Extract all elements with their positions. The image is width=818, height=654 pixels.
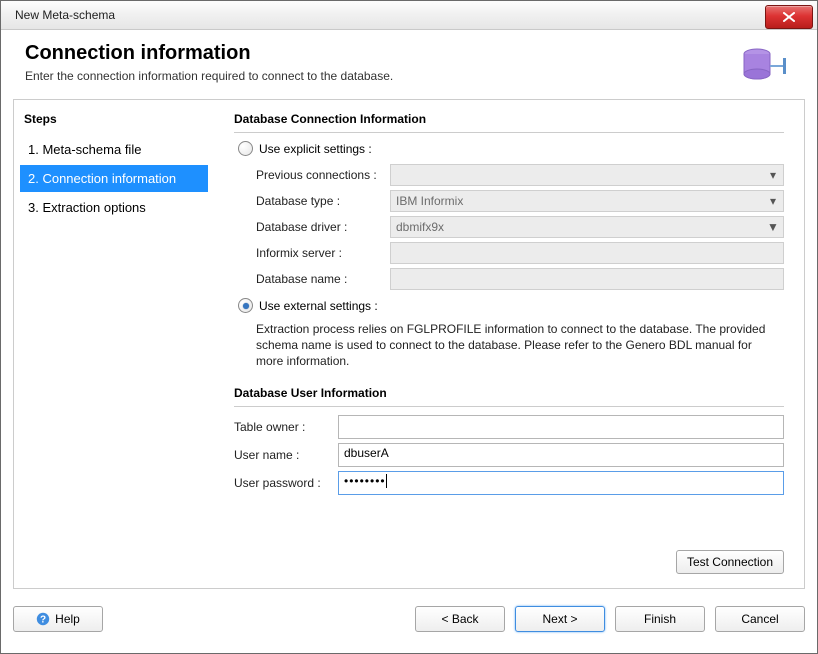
back-button[interactable]: < Back [415,606,505,632]
database-name-input[interactable] [390,268,784,290]
use-external-radio[interactable]: Use external settings : [238,298,784,313]
database-driver-row: Database driver : dbmifx9x ▼ [256,216,784,238]
banner: Connection information Enter the connect… [1,30,817,99]
database-driver-value: dbmifx9x [396,220,444,234]
db-connection-title: Database Connection Information [234,112,784,126]
step-label: 2. Connection information [28,171,176,186]
help-icon: ? [36,612,50,626]
use-explicit-label: Use explicit settings : [259,142,372,156]
user-name-field[interactable] [344,446,778,460]
table-owner-input[interactable] [338,415,784,439]
db-connection-group: Database Connection Information Use expl… [234,112,784,370]
step-label: 1. Meta-schema file [28,142,141,157]
database-name-row: Database name : [256,268,784,290]
help-button[interactable]: ? Help [13,606,103,632]
cancel-button[interactable]: Cancel [715,606,805,632]
informix-server-label: Informix server : [256,246,390,260]
table-owner-field[interactable] [344,418,778,432]
text-caret [386,474,387,488]
steps-nav: Steps 1. Meta-schema file 2. Connection … [14,100,214,588]
database-driver-select[interactable]: dbmifx9x ▼ [390,216,784,238]
button-row: ? Help < Back Next > Finish Cancel [13,595,805,643]
previous-connections-row: Previous connections : ▾ [256,164,784,186]
page-subtitle: Enter the connection information require… [25,69,793,83]
divider [234,406,784,407]
previous-connections-label: Previous connections : [256,168,390,182]
database-type-value: IBM Informix [396,194,463,208]
chevron-down-icon: ▾ [763,191,783,211]
use-external-label: Use external settings : [259,299,378,313]
page-title: Connection information [25,42,793,65]
use-explicit-radio[interactable]: Use explicit settings : [238,141,784,156]
chevron-down-icon: ▼ [763,217,783,237]
user-name-label: User name : [234,448,338,462]
user-password-value: •••••••• [344,474,386,488]
step-label: 3. Extraction options [28,200,146,215]
database-type-select[interactable]: IBM Informix ▾ [390,190,784,212]
external-settings-note: Extraction process relies on FGLPROFILE … [256,321,776,370]
informix-server-row: Informix server : [256,242,784,264]
table-owner-row: Table owner : [234,415,784,439]
database-icon [739,46,787,89]
database-type-label: Database type : [256,194,390,208]
step-connection-information[interactable]: 2. Connection information [20,165,208,192]
window-title: New Meta-schema [15,8,115,22]
database-driver-label: Database driver : [256,220,390,234]
test-connection-button[interactable]: Test Connection [676,550,784,574]
informix-server-input[interactable] [390,242,784,264]
step-extraction-options[interactable]: 3. Extraction options [20,194,208,221]
chevron-down-icon: ▾ [763,165,783,185]
steps-heading: Steps [24,112,204,126]
user-password-label: User password : [234,476,338,490]
user-name-row: User name : [234,443,784,467]
radio-icon [238,298,253,313]
close-button[interactable] [765,5,813,29]
close-icon [783,12,795,22]
user-password-row: User password : •••••••• [234,471,784,495]
main-panel: Steps 1. Meta-schema file 2. Connection … [13,99,805,589]
finish-button[interactable]: Finish [615,606,705,632]
dialog-window: New Meta-schema Connection information E… [0,0,818,654]
table-owner-label: Table owner : [234,420,338,434]
form-area: Database Connection Information Use expl… [214,100,804,588]
user-name-input[interactable] [338,443,784,467]
svg-text:?: ? [40,615,46,626]
db-user-title: Database User Information [234,386,784,400]
radio-icon [238,141,253,156]
database-name-label: Database name : [256,272,390,286]
db-user-group: Database User Information Table owner : … [234,386,784,495]
database-type-row: Database type : IBM Informix ▾ [256,190,784,212]
titlebar: New Meta-schema [1,1,817,30]
next-button[interactable]: Next > [515,606,605,632]
previous-connections-select[interactable]: ▾ [390,164,784,186]
help-label: Help [55,612,80,626]
step-meta-schema-file[interactable]: 1. Meta-schema file [20,136,208,163]
divider [234,132,784,133]
user-password-input[interactable]: •••••••• [338,471,784,495]
